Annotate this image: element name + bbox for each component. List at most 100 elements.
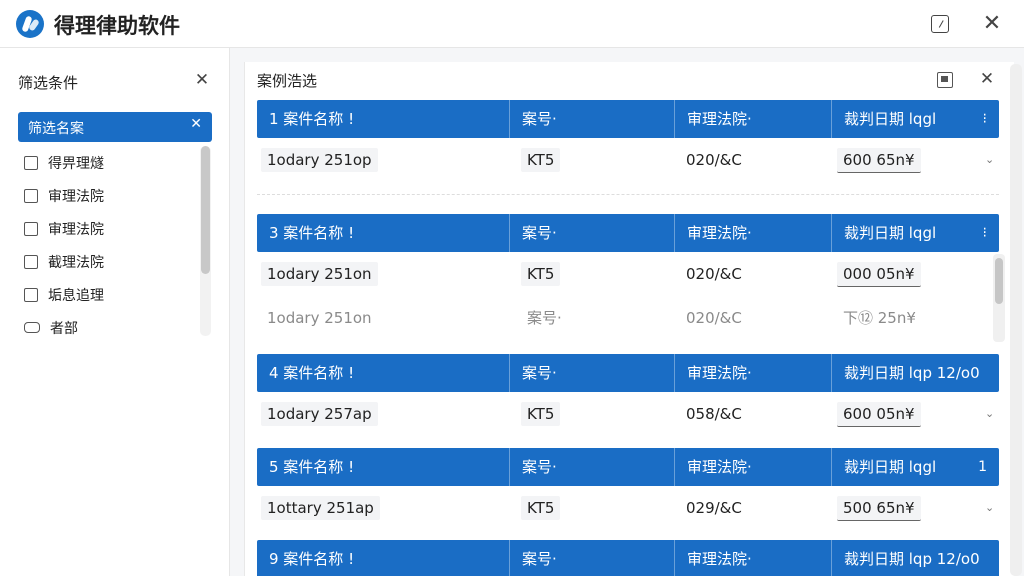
scrollbar-thumb[interactable] [201, 146, 210, 274]
selected-filter-label: 筛选名案 [28, 121, 84, 137]
filter-option-label: 截理法院 [48, 254, 104, 271]
checkbox-icon[interactable] [24, 221, 38, 236]
filter-sidebar: 筛选条件 ✕ 筛选名案 ✕ 得畀理燧 审理法院 审理法院 截理法院 垢息追理 者… [0, 48, 230, 576]
header-date[interactable]: 裁判日期 lqgl [831, 448, 999, 486]
filter-option-label: 得畀理燧 [48, 155, 104, 172]
close-window-icon[interactable]: ✕ [980, 12, 1004, 36]
case-group: 5 案件名称 ! 案号· 审理法院· 裁判日期 lqgl 1 1ottary 2… [257, 448, 999, 530]
cell-court: 020/&C [686, 151, 742, 169]
restore-window-icon[interactable] [931, 15, 949, 33]
checkbox-icon[interactable] [24, 287, 38, 302]
filter-option[interactable]: 截理法院 [18, 245, 198, 278]
header-date[interactable]: 裁判日期 lqgl [831, 100, 999, 138]
panel-title: 案例浩选 [257, 72, 318, 90]
group-scrollbar[interactable] [993, 254, 1005, 342]
remove-filter-icon[interactable]: ✕ [190, 116, 202, 132]
table-row[interactable]: 1odary 251on KT5 020/&C 000 05n¥ [257, 252, 999, 296]
cell-case-name: 1odary 251op [261, 148, 378, 172]
group-header[interactable]: 9 案件名称 ! 案号· 审理法院· 裁判日期 lqp 12/o0 [257, 540, 999, 576]
header-case-no[interactable]: 案号· [509, 100, 674, 138]
main-area: 案例浩选 ✕ 1 案件名称 ! 案号· 审理法院· 裁判日期 lqgl ⁝ 1o… [230, 48, 1024, 576]
table-row[interactable]: 1ottary 251ap KT5 029/&C 500 65n¥ ⌄ [257, 486, 999, 530]
case-group: 3 案件名称 ! 案号· 审理法院· 裁判日期 lqgl ⁝ 1odary 25… [257, 214, 1005, 342]
table-row[interactable]: 1odary 251op KT5 020/&C 600 65n¥ ⌄ [257, 138, 999, 182]
header-case-no[interactable]: 案号· [509, 540, 674, 576]
table-row[interactable]: 1odary 251on 案号· 020/&C 下⑫ 25n¥ [257, 296, 999, 340]
page-scrollbar[interactable] [1010, 64, 1022, 576]
filter-option[interactable]: 得畀理燧 [18, 146, 198, 179]
header-court[interactable]: 审理法院· [674, 100, 831, 138]
title-bar: 得理律助软件 ✕ [0, 0, 1024, 48]
cell-court: 058/&C [686, 405, 742, 423]
cell-court: 029/&C [686, 499, 742, 517]
panel-restore-icon[interactable] [937, 72, 953, 88]
filter-option-label: 审理法院 [48, 221, 104, 238]
cell-case-name: 1odary 251on [267, 309, 372, 327]
filter-option-label: 审理法院 [48, 188, 104, 205]
filter-scrollbar[interactable] [200, 146, 211, 336]
group-page-indicator[interactable]: 1 [978, 448, 987, 486]
scrollbar-thumb[interactable] [995, 258, 1003, 304]
case-group: 1 案件名称 ! 案号· 审理法院· 裁判日期 lqgl ⁝ 1odary 25… [257, 100, 999, 195]
toggle-icon[interactable] [24, 322, 40, 333]
cell-date: 下⑫ 25n¥ [843, 309, 916, 327]
cell-case-name: 1ottary 251ap [261, 496, 380, 520]
cell-case-no: KT5 [521, 402, 561, 426]
header-case-no[interactable]: 案号· [509, 214, 674, 252]
header-case-no[interactable]: 案号· [509, 354, 674, 392]
filter-option-label: 者部 [50, 320, 78, 337]
filter-option[interactable]: 者部 [18, 311, 198, 344]
header-date[interactable]: 裁判日期 lqp 12/o0 [831, 354, 999, 392]
case-group: 4 案件名称 ! 案号· 审理法院· 裁判日期 lqp 12/o0 1odary… [257, 354, 999, 436]
checkbox-icon[interactable] [24, 254, 38, 269]
cell-case-no: 案号· [527, 309, 562, 327]
cell-case-no: KT5 [521, 262, 561, 286]
cell-date: 000 05n¥ [837, 262, 921, 287]
chevron-down-icon[interactable]: ⌄ [985, 138, 994, 182]
group-menu-icon[interactable]: ⁝ [983, 214, 987, 252]
filter-title: 筛选条件 [18, 74, 79, 92]
checkbox-icon[interactable] [24, 155, 38, 170]
app-title: 得理律助软件 [54, 14, 180, 38]
header-date[interactable]: 裁判日期 lqp 12/o0 [831, 540, 999, 576]
close-filter-icon[interactable]: ✕ [192, 68, 212, 92]
header-court[interactable]: 审理法院· [674, 448, 831, 486]
header-case-name[interactable]: 9 案件名称 ! [257, 540, 509, 576]
panel-close-icon[interactable]: ✕ [977, 68, 997, 90]
group-header[interactable]: 5 案件名称 ! 案号· 审理法院· 裁判日期 lqgl 1 [257, 448, 999, 486]
header-court[interactable]: 审理法院· [674, 354, 831, 392]
group-header[interactable]: 4 案件名称 ! 案号· 审理法院· 裁判日期 lqp 12/o0 [257, 354, 999, 392]
selected-filter-chip[interactable]: 筛选名案 ✕ [18, 112, 212, 142]
header-case-name[interactable]: 5 案件名称 ! [257, 448, 509, 486]
cell-date: 600 05n¥ [837, 402, 921, 427]
group-header[interactable]: 3 案件名称 ! 案号· 审理法院· 裁判日期 lqgl ⁝ [257, 214, 999, 252]
filter-option[interactable]: 审理法院 [18, 179, 198, 212]
app-logo-icon [16, 10, 44, 38]
chevron-down-icon[interactable]: ⌄ [985, 486, 994, 530]
header-case-name[interactable]: 1 案件名称 ! [257, 100, 509, 138]
filter-option-label: 垢息追理 [48, 287, 104, 304]
filter-option[interactable]: 垢息追理 [18, 278, 198, 311]
group-header[interactable]: 1 案件名称 ! 案号· 审理法院· 裁判日期 lqgl ⁝ [257, 100, 999, 138]
checkbox-icon[interactable] [24, 188, 38, 203]
cell-date: 600 65n¥ [837, 148, 921, 173]
header-case-name[interactable]: 3 案件名称 ! [257, 214, 509, 252]
cell-case-no: KT5 [521, 148, 561, 172]
case-group: 9 案件名称 ! 案号· 审理法院· 裁判日期 lqp 12/o0 [257, 540, 999, 576]
header-date[interactable]: 裁判日期 lqgl [831, 214, 999, 252]
header-case-no[interactable]: 案号· [509, 448, 674, 486]
cell-case-name: 1odary 257ap [261, 402, 378, 426]
table-row[interactable]: 1odary 257ap KT5 058/&C 600 05n¥ ⌄ [257, 392, 999, 436]
cell-case-name: 1odary 251on [261, 262, 378, 286]
cell-court: 020/&C [686, 265, 742, 283]
chevron-down-icon[interactable]: ⌄ [985, 392, 994, 436]
header-court[interactable]: 审理法院· [674, 540, 831, 576]
header-case-name[interactable]: 4 案件名称 ! [257, 354, 509, 392]
cell-court: 020/&C [686, 309, 742, 327]
header-court[interactable]: 审理法院· [674, 214, 831, 252]
case-panel: 案例浩选 ✕ 1 案件名称 ! 案号· 审理法院· 裁判日期 lqgl ⁝ 1o… [244, 62, 1014, 576]
group-menu-icon[interactable]: ⁝ [983, 100, 987, 138]
filter-option[interactable]: 审理法院 [18, 212, 198, 245]
cell-case-no: KT5 [521, 496, 561, 520]
divider [257, 194, 999, 195]
